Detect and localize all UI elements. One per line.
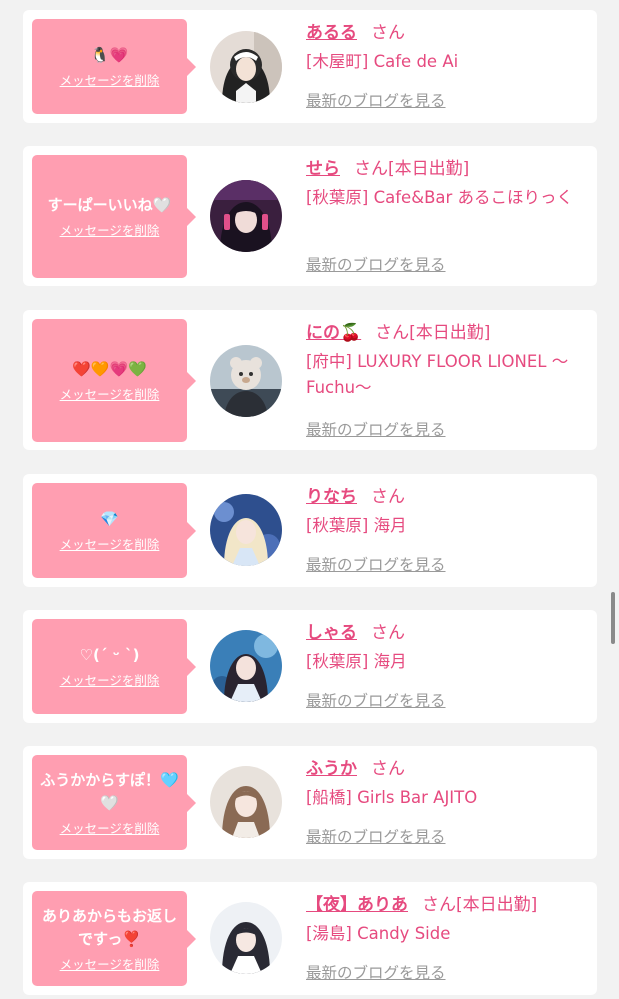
latest-blog-link[interactable]: 最新のブログを見る (306, 420, 446, 440)
honorific: さん (371, 487, 405, 507)
cast-info: ふうか さん [船橋] Girls Bar AJITO (306, 757, 591, 811)
avatar[interactable] (210, 180, 282, 252)
message-bubble: ❤️🧡💗💚 メッセージを削除 (32, 319, 196, 442)
status-label: [本日出勤] (388, 159, 470, 179)
shop-name: [秋葉原] 海月 (306, 652, 407, 671)
message-bubble: ふうかからすぽ！🩵🤍 メッセージを削除 (32, 755, 196, 850)
message-text: ふうかからすぽ！🩵🤍 (40, 770, 179, 812)
message-card: ありあからもお返しですっ❣️ メッセージを削除 【夜】ありあ さん[本日出勤] [… (23, 882, 597, 995)
cast-info: にの🍒 さん[本日出勤] [府中] LUXURY FLOOR LIONEL 〜Fu… (306, 321, 591, 401)
cast-info: しゃる さん [秋葉原] 海月 (306, 621, 591, 675)
latest-blog-link[interactable]: 最新のブログを見る (306, 827, 446, 847)
shop-name: [船橋] Girls Bar AJITO (306, 788, 478, 807)
message-text: ❤️🧡💗💚 (72, 360, 147, 378)
delete-message-link[interactable]: メッセージを削除 (60, 223, 160, 239)
avatar[interactable] (210, 345, 282, 417)
message-bubble: すーぱーいいね🤍 メッセージを削除 (32, 155, 196, 278)
message-bubble: ♡(ˊ ᵕ ˋ) メッセージを削除 (32, 619, 196, 714)
message-bubble: ありあからもお返しですっ❣️ メッセージを削除 (32, 891, 196, 986)
status-label: [本日出勤] (409, 323, 491, 343)
status-label: [本日出勤] (456, 895, 538, 915)
delete-message-link[interactable]: メッセージを削除 (60, 821, 160, 837)
message-text: 💎 (100, 510, 119, 528)
avatar[interactable] (210, 494, 282, 566)
latest-blog-link[interactable]: 最新のブログを見る (306, 91, 446, 111)
cast-info: せら さん[本日出勤] [秋葉原] Cafe&Bar あるこほりっく (306, 157, 591, 211)
cast-info: 【夜】ありあ さん[本日出勤] [湯島] Candy Side (306, 893, 591, 947)
message-card: 🐧💗 メッセージを削除 あるる さん [木屋町] Cafe de Ai 最新のブロ… (23, 10, 597, 123)
message-card: ふうかからすぽ！🩵🤍 メッセージを削除 ふうか さん [船橋] Girls Bar… (23, 746, 597, 859)
delete-message-link[interactable]: メッセージを削除 (60, 73, 160, 89)
cast-name-link[interactable]: せら (306, 159, 340, 179)
message-text: ありあからもお返しですっ❣️ (41, 906, 177, 948)
latest-blog-link[interactable]: 最新のブログを見る (306, 255, 446, 275)
latest-blog-link[interactable]: 最新のブログを見る (306, 963, 446, 983)
shop-name: [秋葉原] 海月 (306, 516, 407, 535)
cast-name-link[interactable]: りなち (306, 487, 357, 507)
message-text: ♡(ˊ ᵕ ˋ) (79, 646, 140, 664)
avatar[interactable] (210, 31, 282, 103)
honorific: さん (422, 895, 456, 915)
cast-name-link[interactable]: しゃる (306, 623, 357, 643)
honorific: さん (371, 23, 405, 43)
message-text: すーぱーいいね🤍 (47, 196, 172, 214)
message-bubble: 💎 メッセージを削除 (32, 483, 196, 578)
cast-name-link[interactable]: あるる (306, 23, 357, 43)
message-card: ❤️🧡💗💚 メッセージを削除 にの🍒 さん[本日出勤] [府中] LUXURY F… (23, 310, 597, 450)
avatar[interactable] (210, 766, 282, 838)
message-text: 🐧💗 (90, 46, 129, 64)
latest-blog-link[interactable]: 最新のブログを見る (306, 555, 446, 575)
cast-info: りなち さん [秋葉原] 海月 (306, 485, 591, 539)
honorific: さん (371, 623, 405, 643)
message-bubble: 🐧💗 メッセージを削除 (32, 19, 196, 114)
shop-name: [府中] LUXURY FLOOR LIONEL 〜Fuchu〜 (306, 352, 569, 397)
delete-message-link[interactable]: メッセージを削除 (60, 537, 160, 553)
avatar[interactable] (210, 902, 282, 974)
delete-message-link[interactable]: メッセージを削除 (60, 673, 160, 689)
message-card: ♡(ˊ ᵕ ˋ) メッセージを削除 しゃる さん [秋葉原] 海月 最新のブログを… (23, 610, 597, 723)
shop-name: [湯島] Candy Side (306, 924, 451, 943)
cast-name-link[interactable]: にの🍒 (306, 323, 361, 343)
avatar[interactable] (210, 630, 282, 702)
honorific: さん (371, 759, 405, 779)
scrollbar[interactable] (611, 592, 615, 644)
cast-name-link[interactable]: ふうか (306, 759, 357, 779)
message-card: すーぱーいいね🤍 メッセージを削除 せら さん[本日出勤] [秋葉原] Cafe&… (23, 146, 597, 286)
honorific: さん (354, 159, 388, 179)
cast-info: あるる さん [木屋町] Cafe de Ai (306, 21, 591, 75)
delete-message-link[interactable]: メッセージを削除 (60, 957, 160, 973)
delete-message-link[interactable]: メッセージを削除 (60, 387, 160, 403)
shop-name: [秋葉原] Cafe&Bar あるこほりっく (306, 188, 574, 207)
latest-blog-link[interactable]: 最新のブログを見る (306, 691, 446, 711)
message-card: 💎 メッセージを削除 りなち さん [秋葉原] 海月 最新のブログを見る (23, 474, 597, 587)
cast-name-link[interactable]: 【夜】ありあ (306, 895, 408, 915)
honorific: さん (375, 323, 410, 343)
shop-name: [木屋町] Cafe de Ai (306, 52, 459, 71)
